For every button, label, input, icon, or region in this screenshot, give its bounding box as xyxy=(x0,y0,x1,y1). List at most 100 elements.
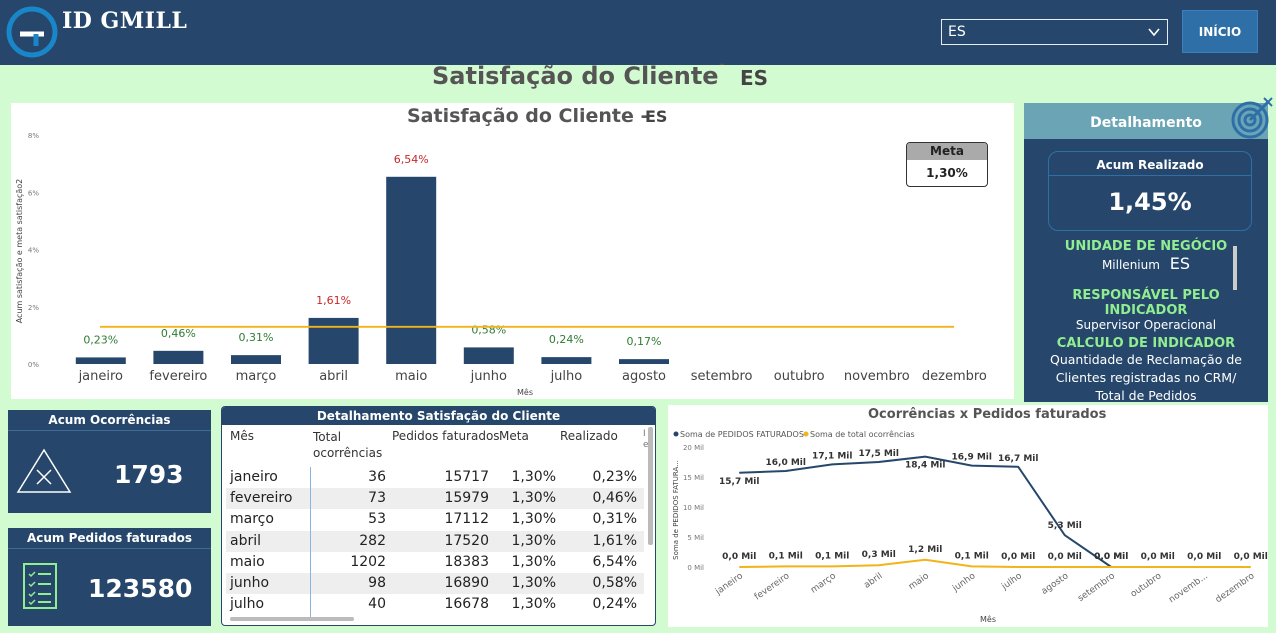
table-cell: 17520 xyxy=(444,532,489,549)
bar-value-label: 0,31% xyxy=(239,331,274,344)
table-vertical-scrollbar[interactable] xyxy=(648,427,653,545)
data-label: 5,3 Mil xyxy=(1048,521,1082,531)
bar-value-label: 0,46% xyxy=(161,327,196,340)
data-label: 0,1 Mil xyxy=(769,551,803,561)
meta-card-value: 1,30% xyxy=(926,166,968,180)
col-total-ocorrencias[interactable]: Total ocorrências xyxy=(313,429,383,461)
unit-select-value: ES xyxy=(948,24,966,40)
table-cell: março xyxy=(230,511,274,528)
bar xyxy=(619,359,669,364)
meta-card-label: Meta xyxy=(907,143,987,160)
bar xyxy=(386,176,437,364)
data-label: 16,9 Mil xyxy=(952,453,992,463)
calculo-value: Quantidade de Reclamação de Clientes reg… xyxy=(1050,352,1242,402)
x-tick-label: setembro xyxy=(1076,571,1117,604)
warning-triangle-icon xyxy=(16,448,72,493)
detalhamento-table: Detalhamento Satisfação do Cliente Mês T… xyxy=(221,406,656,626)
data-label: 17,5 Mil xyxy=(859,449,899,459)
table-cell: 0,24% xyxy=(592,596,637,613)
x-tick-label: janeiro xyxy=(713,571,745,598)
table-cell: 73 xyxy=(368,490,386,507)
data-label: 15,7 Mil xyxy=(719,477,759,487)
x-axis-label: Mês xyxy=(980,614,996,624)
y-tick-label: 8% xyxy=(28,132,39,140)
data-label: 16,0 Mil xyxy=(766,458,806,468)
table-cell: 40 xyxy=(368,596,386,613)
table-horizontal-scrollbar[interactable] xyxy=(230,617,354,621)
x-tick-label: outubro xyxy=(774,369,825,384)
table-cell: 1,61% xyxy=(592,532,637,549)
acum-ocorrencias-label: Acum Ocorrências xyxy=(8,410,211,431)
company-logo-icon xyxy=(6,6,58,58)
y-axis-label: Soma de PEDIDOS FATURA... xyxy=(672,460,680,560)
table-cell: janeiro xyxy=(230,469,278,485)
inicio-button[interactable]: INÍCIO xyxy=(1182,10,1258,53)
table-row[interactable]: fevereiro 73 15979 1,30% 0,46% xyxy=(226,488,644,510)
table-cell: 36 xyxy=(368,469,386,485)
table-cell: 98 xyxy=(368,575,386,591)
brand-name: ID GMILL xyxy=(62,8,188,34)
y-tick-label: 2% xyxy=(28,304,39,312)
table-row[interactable]: março 53 17112 1,30% 0,31% xyxy=(226,509,644,530)
table-cell: abril xyxy=(230,532,262,549)
y-tick-label: 20 Mil xyxy=(683,444,704,452)
col-meta[interactable]: Meta xyxy=(499,429,529,443)
x-tick-label: dezembro xyxy=(922,369,987,384)
col-pedidos-faturados[interactable]: Pedidos faturados xyxy=(392,429,500,443)
data-label: 0,0 Mil xyxy=(1001,552,1035,562)
line-chart-svg: Soma de PEDIDOS FATURADOS Soma de total o… xyxy=(672,429,1268,624)
detalhamento-scrollbar[interactable] xyxy=(1233,246,1237,290)
table-row[interactable]: maio 1202 18383 1,30% 6,54% xyxy=(226,552,644,573)
x-tick-label: outubro xyxy=(1129,571,1164,600)
top-bar: ID GMILL ES INÍCIO xyxy=(0,0,1276,65)
data-label: 0,0 Mil xyxy=(1234,552,1268,562)
data-label: 0,0 Mil xyxy=(722,552,756,562)
legend-dot xyxy=(803,431,809,437)
x-axis-label: Mês xyxy=(517,387,533,397)
bar-value-label: 0,58% xyxy=(471,323,506,336)
x-tick-label: janeiro xyxy=(78,369,123,384)
data-label: 0,0 Mil xyxy=(1048,552,1082,562)
bar xyxy=(541,357,592,364)
table-cell: 1,30% xyxy=(511,532,556,549)
x-tick-label: novemb... xyxy=(1167,571,1210,605)
bar xyxy=(75,357,126,364)
table-cell: 0,46% xyxy=(592,490,637,507)
responsavel-value: Supervisor Operacional xyxy=(1075,318,1217,332)
meta-card: Meta 1,30% xyxy=(906,142,988,187)
col-realizado[interactable]: Realizado xyxy=(560,429,618,443)
x-tick-label: fevereiro xyxy=(149,369,207,384)
table-cell: 1,30% xyxy=(511,511,556,528)
chevron-down-icon xyxy=(1148,28,1160,37)
x-tick-label: agosto xyxy=(622,369,666,384)
table-cell: 16890 xyxy=(444,575,489,591)
unit-select[interactable]: ES xyxy=(941,19,1168,45)
table-cell: 15717 xyxy=(444,469,489,485)
bar-chart-svg: 0% 2% 4% 6% 8% Acum satisfação e meta satisfa… xyxy=(15,132,987,397)
table-cell: 6,54% xyxy=(592,553,637,570)
data-label: 18,4 Mil xyxy=(905,461,945,471)
y-tick-label: 0% xyxy=(28,361,39,369)
detalhamento-panel: Detalhamento Acum Realizado 1,45% UNIDAD… xyxy=(1024,103,1268,402)
data-label: 0,0 Mil xyxy=(1094,552,1128,562)
table-cell: 0,31% xyxy=(592,511,637,528)
acum-realizado-label: Acum Realizado xyxy=(1096,158,1204,172)
bar-value-label: 1,61% xyxy=(316,294,351,307)
table-row[interactable]: julho 40 16678 1,30% 0,24% xyxy=(226,594,644,615)
bar-value-label: 0,17% xyxy=(627,335,662,348)
y-tick-label: 6% xyxy=(28,189,39,197)
y-tick-label: 4% xyxy=(28,247,39,255)
calculo-label: CÁLCULO DE INDICADOR xyxy=(1056,336,1236,351)
table-row[interactable]: junho 98 16890 1,30% 0,58% xyxy=(226,573,644,594)
table-cell: 0,23% xyxy=(592,469,637,485)
col-mes[interactable]: Mês xyxy=(230,429,254,443)
x-tick-label: agosto xyxy=(1040,571,1071,597)
acum-pedidos-card: Acum Pedidos faturados 123580 xyxy=(8,528,211,626)
data-label: 1,2 Mil xyxy=(908,545,942,555)
table-row[interactable]: janeiro 36 15717 1,30% 0,23% xyxy=(226,467,644,488)
checklist-icon xyxy=(23,563,57,609)
bar-value-label: 6,54% xyxy=(394,153,429,166)
x-tick-label: julho xyxy=(999,571,1024,593)
table-row[interactable]: abril 282 17520 1,30% 1,61% xyxy=(226,530,644,552)
table-cell: 53 xyxy=(368,511,386,528)
